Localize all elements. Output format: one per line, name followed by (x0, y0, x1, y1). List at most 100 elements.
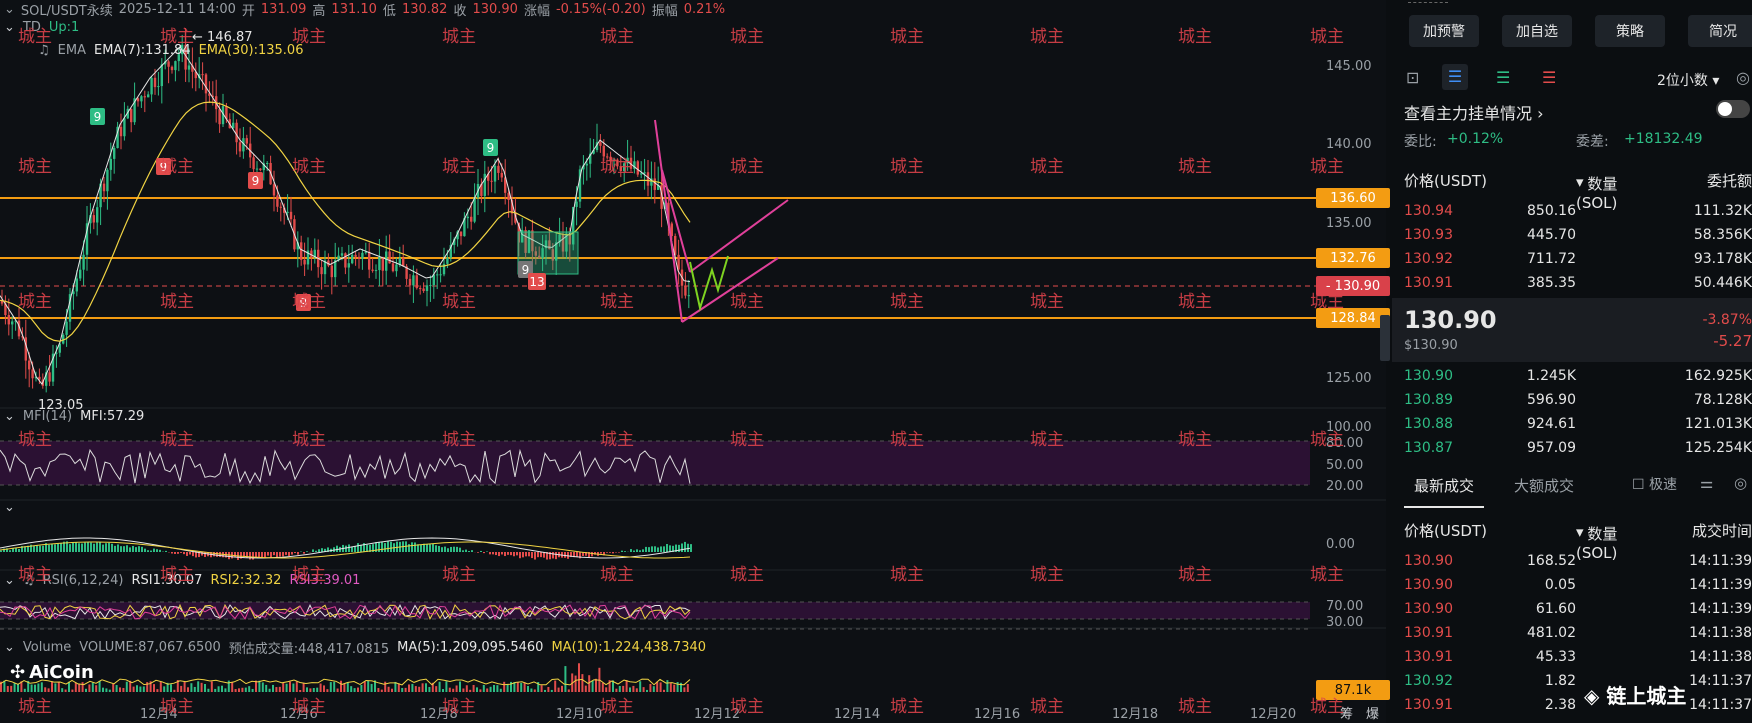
macd-bar (150, 550, 152, 552)
td-legend[interactable]: ⌄ TD Up:1 (4, 20, 79, 35)
macd-bar (117, 544, 119, 552)
volume-bar (442, 689, 444, 692)
volume-bar (98, 680, 101, 692)
volume-bar (547, 686, 550, 692)
settings-icon[interactable]: ◎ (1734, 474, 1747, 492)
volume-bar (503, 681, 506, 692)
bell-icon[interactable]: ♫ (23, 573, 35, 588)
book-asks-icon[interactable]: ☰ (1542, 68, 1556, 87)
td-signal-up: 9 (90, 108, 105, 125)
candle-body (357, 256, 361, 259)
collapse-icon[interactable]: ⌄ (4, 500, 15, 515)
collapse-icon[interactable]: ⌄ (4, 640, 15, 655)
decimals-select[interactable]: 2位小数 ▾ (1657, 70, 1719, 90)
ask-row[interactable]: 130.93 445.70 58.356K (1392, 224, 1752, 248)
candle-body (415, 275, 418, 289)
add-watchlist-button[interactable]: 加自选 (1502, 15, 1572, 47)
trade-price: 130.92 (1404, 673, 1453, 689)
volume-bar (265, 684, 268, 692)
high-label: 高 (312, 3, 326, 19)
macd-bar (435, 545, 437, 552)
main-orders-link[interactable]: 查看主力挂单情况 › (1404, 100, 1544, 124)
volume-bar (159, 681, 162, 692)
ema-legend[interactable]: ♫ EMA EMA(7):131.84 EMA(30):135.06 (38, 43, 303, 58)
ask-row[interactable]: 130.92 711.72 93.178K (1392, 248, 1752, 272)
macd-bar (423, 543, 425, 552)
bell-icon[interactable]: ♫ (38, 43, 50, 58)
trade-price: 130.91 (1404, 625, 1453, 641)
strategy-button[interactable]: 策略 (1595, 15, 1665, 47)
bid-price: 130.87 (1404, 440, 1453, 456)
book-split-icon[interactable]: ☰ (1442, 64, 1468, 90)
volume-tag: 87.1k (1316, 680, 1390, 700)
rsi-legend[interactable]: ⌄ ♫ RSI(6,12,24) RSI1:30.07 RSI2:32.32 R… (4, 573, 360, 588)
overview-button[interactable]: 简况 (1688, 15, 1752, 47)
collapse-icon[interactable]: ⌄ (4, 2, 15, 17)
volume-bar (408, 684, 410, 692)
volume-bar (200, 682, 203, 692)
macd-bar (267, 552, 269, 556)
volume-bar (78, 683, 81, 692)
volume-bar (625, 680, 628, 692)
ask-row[interactable]: 130.91 385.35 50.446K (1392, 272, 1752, 296)
panel-collapse-handle[interactable] (1380, 315, 1390, 361)
fast-checkbox[interactable]: ☐ 极速 (1632, 474, 1677, 494)
tab-large-trades[interactable]: 大额成交 (1514, 475, 1574, 496)
candle-body (446, 257, 449, 264)
checkbox-icon: ☐ (1632, 477, 1645, 493)
volume-bar (261, 682, 264, 692)
macd-bar (489, 552, 491, 555)
volume-bar (544, 689, 546, 692)
collapse-icon[interactable]: ⌄ (4, 409, 15, 424)
macd-bar (519, 552, 521, 559)
ema30-value: EMA(30):135.06 (198, 43, 304, 58)
collapse-icon[interactable]: ⌄ (4, 20, 15, 35)
book-both-icon[interactable]: ⊡ (1406, 68, 1419, 87)
mfi-legend[interactable]: ⌄ MFI(14) MFI:57.29 (4, 409, 144, 424)
bid-row[interactable]: 130.90 1.245K 162.925K (1392, 365, 1752, 389)
macd-bar (249, 552, 251, 560)
volume-bar (299, 689, 302, 692)
settings-icon[interactable]: ◎ (1736, 68, 1750, 87)
liquidation-button[interactable]: 爆 (1366, 703, 1379, 722)
macd-bar (174, 552, 176, 554)
volume-bar (23, 688, 26, 692)
est-volume-value: 预估成交量:448,417.0815 (228, 642, 390, 657)
chart-canvas[interactable] (0, 0, 1386, 723)
macd-bar (93, 543, 95, 552)
candle-body (436, 274, 439, 276)
collapse-icon[interactable]: ⌄ (4, 573, 15, 588)
candle-body (143, 96, 146, 98)
volume-bar (170, 684, 172, 692)
bid-row[interactable]: 130.88 924.61 121.013K (1392, 413, 1752, 437)
volume-bar (302, 682, 305, 692)
rsi1-value: RSI1:30.07 (131, 573, 203, 588)
macd-bar (525, 552, 527, 557)
ask-row[interactable]: 130.94 850.16 111.32K (1392, 200, 1752, 224)
trade-qty: 0.05 (1544, 577, 1576, 593)
candle-body (82, 254, 85, 270)
macd-bar (426, 544, 428, 552)
candle-body (150, 77, 153, 95)
bid-row[interactable]: 130.87 957.09 125.254K (1392, 437, 1752, 461)
macd-legend[interactable]: ⌄ (4, 500, 15, 515)
candle-body (585, 163, 588, 166)
macd-bar (9, 550, 11, 552)
chips-button[interactable]: 筹 (1340, 703, 1353, 722)
volume-legend[interactable]: ⌄ Volume VOLUME:87,067.6500 预估成交量:448,41… (4, 638, 706, 657)
main-orders-toggle[interactable] (1716, 100, 1750, 118)
book-bids-icon[interactable]: ☰ (1496, 68, 1510, 87)
add-alert-button[interactable]: 加预警 (1409, 15, 1479, 47)
macd-bar (18, 549, 20, 552)
volume-bar (496, 685, 499, 692)
filter-icon[interactable]: ⚌ (1700, 474, 1713, 492)
volume-bar (102, 687, 104, 692)
volume-bar (340, 680, 342, 692)
ema-label: EMA (57, 43, 86, 58)
chart-area[interactable]: ⌄ SOL/USDT永续 2025-12-11 14:00 开 131.09 高1… (0, 0, 1390, 723)
volume-bar (601, 682, 604, 692)
bid-row[interactable]: 130.89 596.90 78.128K (1392, 389, 1752, 413)
volume-bar (574, 675, 577, 692)
tab-latest-trades[interactable]: 最新成交 (1414, 475, 1474, 496)
volume-bar (540, 685, 543, 692)
